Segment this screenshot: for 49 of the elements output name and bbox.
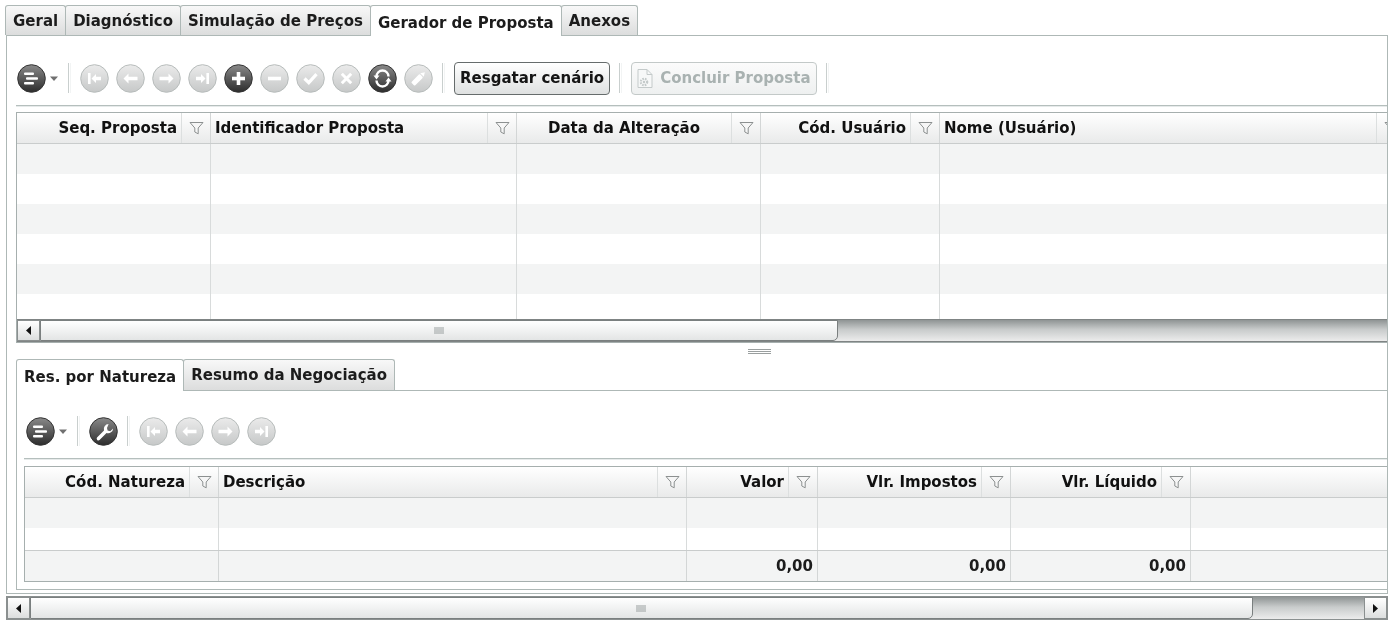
filter-icon[interactable] bbox=[188, 121, 204, 135]
column-header[interactable]: Descrição bbox=[219, 467, 657, 497]
triangle-right-icon bbox=[1373, 603, 1378, 613]
column-header[interactable]: Nome (Usuário) bbox=[940, 113, 1376, 143]
splitter-grip-icon[interactable] bbox=[748, 348, 771, 354]
scroll-left-button[interactable] bbox=[17, 320, 40, 341]
column-header[interactable]: Vlr. Líquido bbox=[1011, 467, 1161, 497]
filter-icon[interactable] bbox=[1168, 475, 1184, 489]
column-header[interactable]: Vlr. Impostos bbox=[818, 467, 981, 497]
menu-icon[interactable] bbox=[26, 416, 68, 446]
column-header[interactable]: Identificador Proposta bbox=[211, 113, 487, 143]
tab[interactable]: Gerador de Proposta bbox=[369, 5, 562, 36]
menu-icon[interactable] bbox=[17, 63, 59, 93]
column-header[interactable]: Cód. Usuário bbox=[761, 113, 910, 143]
triangle-left-icon bbox=[16, 603, 21, 613]
total-cell: 0,00 bbox=[776, 557, 813, 575]
filter-icon[interactable] bbox=[795, 475, 811, 489]
tab[interactable]: Anexos bbox=[560, 5, 639, 35]
scroll-right-button[interactable] bbox=[1364, 597, 1387, 619]
triangle-left-icon bbox=[26, 326, 31, 335]
column-header[interactable]: Seq. Proposta bbox=[17, 113, 181, 143]
document-gear-icon bbox=[637, 68, 654, 88]
column-header[interactable]: Valor bbox=[687, 467, 788, 497]
grip-icon bbox=[636, 604, 647, 612]
scrollbar-thumb[interactable] bbox=[40, 320, 838, 341]
total-cell: 0,00 bbox=[1149, 557, 1186, 575]
scroll-left-button[interactable] bbox=[7, 597, 30, 619]
filter-icon[interactable] bbox=[664, 475, 680, 489]
column-header[interactable]: Cód. Natureza bbox=[25, 467, 189, 497]
filter-icon[interactable] bbox=[494, 121, 510, 135]
plus-icon[interactable] bbox=[224, 63, 253, 93]
horizontal-scrollbar[interactable] bbox=[17, 319, 1387, 342]
wrench-icon[interactable] bbox=[89, 416, 118, 446]
tab[interactable]: Resumo da Negociação bbox=[183, 359, 395, 390]
horizontal-scrollbar[interactable] bbox=[6, 596, 1388, 620]
filter-icon[interactable] bbox=[988, 475, 1004, 489]
tab[interactable]: Res. por Natureza bbox=[16, 359, 185, 391]
tab[interactable]: Diagnóstico bbox=[65, 5, 182, 35]
tab[interactable]: Simulação de Preços bbox=[180, 5, 371, 35]
column-header[interactable]: Data da Alteração bbox=[517, 113, 731, 143]
scrollbar-thumb[interactable] bbox=[30, 597, 1253, 619]
filter-icon[interactable] bbox=[196, 475, 212, 489]
grip-icon bbox=[433, 327, 445, 334]
action-button[interactable]: Resgatar cenário bbox=[454, 61, 611, 95]
filter-icon[interactable] bbox=[738, 121, 754, 135]
total-cell: 0,00 bbox=[969, 557, 1006, 575]
filter-icon[interactable] bbox=[917, 121, 933, 135]
refresh-icon[interactable] bbox=[368, 63, 397, 93]
tab[interactable]: Geral bbox=[5, 5, 67, 35]
